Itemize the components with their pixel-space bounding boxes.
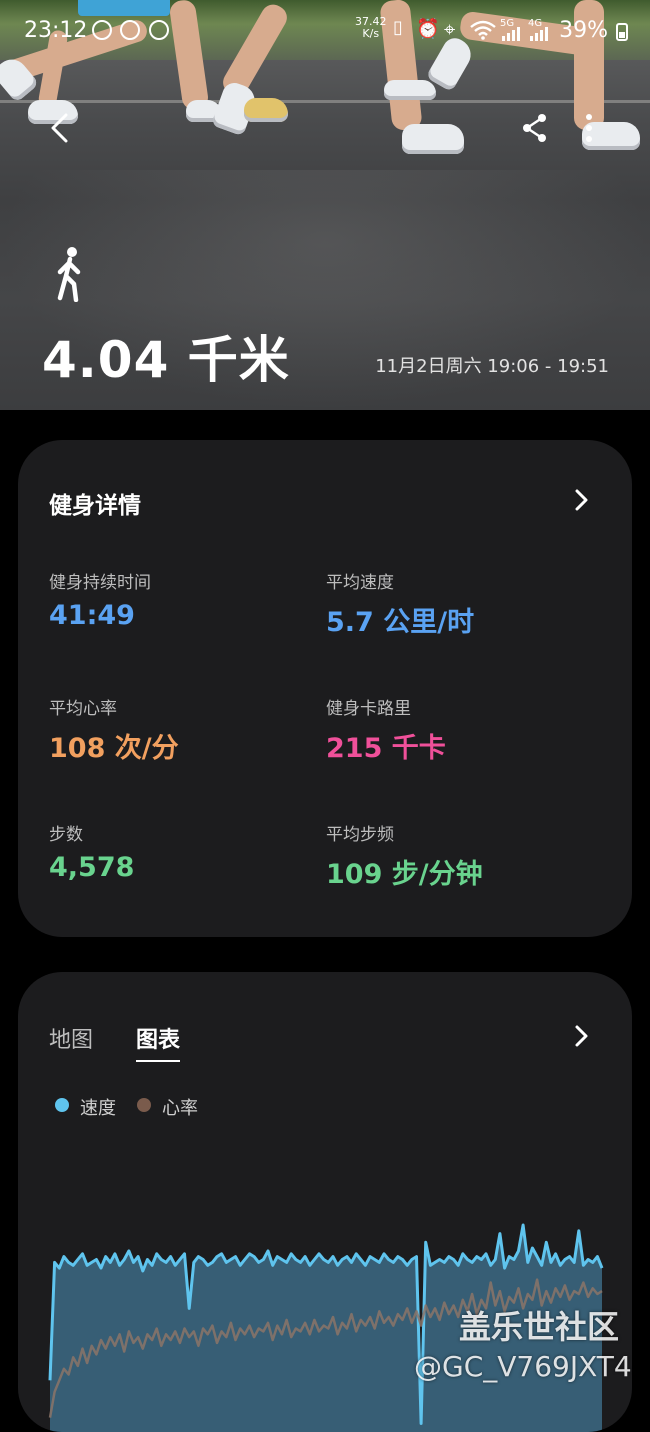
- metric-label: 健身持续时间: [49, 573, 151, 593]
- sim-icon: ▯: [393, 17, 403, 38]
- avg-cadence-value: 109 步/分钟: [326, 859, 483, 890]
- workout-details-card[interactable]: 健身详情 健身持续时间 41:49 平均速度 5.7 公里/时 平均心率 108…: [18, 440, 632, 937]
- status-time: 23:12: [24, 18, 88, 43]
- steps-value: 4,578: [49, 852, 135, 883]
- card-title: 健身详情: [49, 493, 141, 519]
- metric-label: 健身卡路里: [326, 699, 411, 719]
- distance-value: 4.04 千米: [42, 331, 290, 389]
- share-icon[interactable]: [520, 112, 550, 144]
- notification-icon: [149, 20, 169, 40]
- signal-icon: [502, 27, 520, 41]
- metric-label: 步数: [49, 825, 83, 845]
- chevron-right-icon[interactable]: [574, 488, 590, 512]
- signal-icon: [530, 27, 548, 41]
- metric-label: 平均步频: [326, 825, 394, 845]
- duration-value: 41:49: [49, 600, 135, 631]
- alarm-icon: ⏰: [416, 18, 440, 40]
- status-bar: 23:12 37.42 K/s ▯ ⏰ ⌖ 5G 4G 39%: [0, 0, 650, 62]
- calories-value: 215 千卡: [326, 733, 446, 764]
- more-options-icon[interactable]: [584, 112, 594, 144]
- location-icon: ⌖: [444, 17, 456, 41]
- watermark-handle: @GC_V769JXT4: [414, 1350, 632, 1383]
- metric-label: 平均速度: [326, 573, 394, 593]
- battery-percent: 39%: [559, 18, 608, 43]
- notification-icon: [92, 20, 112, 40]
- back-icon[interactable]: [46, 112, 74, 144]
- network-speed-unit: K/s: [362, 27, 380, 40]
- wifi-icon: [470, 20, 496, 40]
- battery-icon: [616, 23, 628, 41]
- watermark-title: 盖乐世社区: [459, 1308, 620, 1346]
- notification-icon: [120, 20, 140, 40]
- walking-icon: [57, 247, 81, 302]
- avg-speed-value: 5.7 公里/时: [326, 607, 475, 638]
- network-speed: 37.42 K/s: [355, 16, 387, 40]
- workout-time-range: 11月2日周六 19:06 - 19:51: [375, 356, 609, 377]
- metric-label: 平均心率: [49, 699, 117, 719]
- avg-heart-rate-value: 108 次/分: [49, 733, 179, 764]
